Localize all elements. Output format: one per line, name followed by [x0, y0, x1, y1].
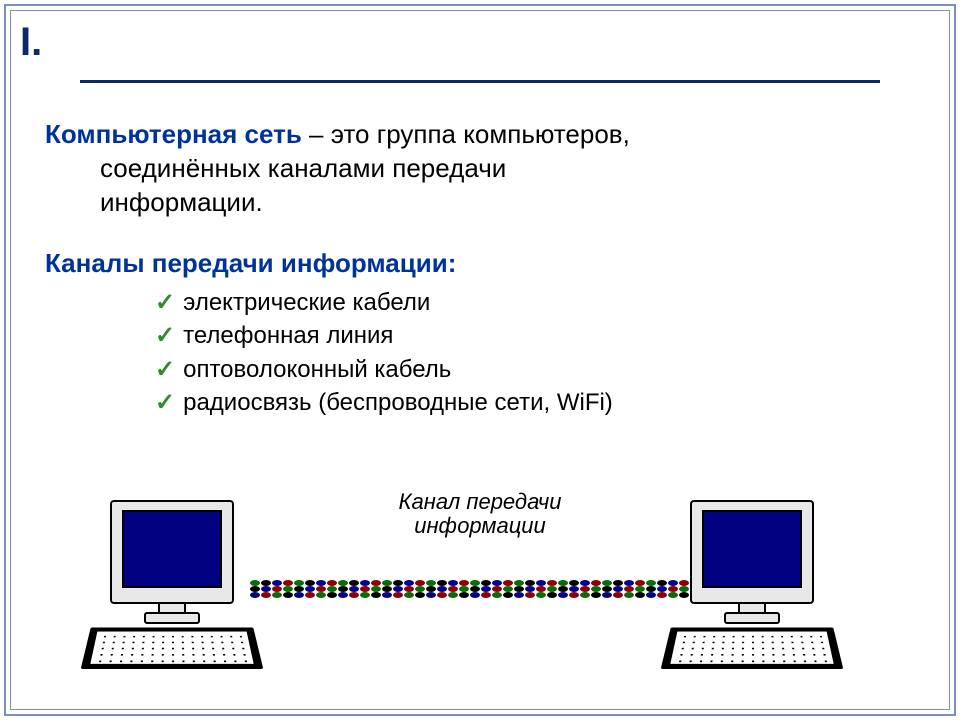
channel-label: телефонная линия	[183, 322, 393, 349]
check-icon: ✓	[155, 356, 175, 383]
check-icon: ✓	[155, 289, 175, 316]
monitor-base	[144, 612, 200, 624]
channels-heading: Каналы передачи информации:	[45, 247, 915, 281]
list-item: ✓ радиосвязь (беспроводные сети, WiFi)	[155, 387, 915, 418]
monitor-screen	[702, 510, 802, 588]
content-block: Компьютерная сеть – это группа компьютер…	[45, 118, 915, 420]
list-item: ✓ электрические кабели	[155, 287, 915, 318]
definition-dash: –	[302, 119, 331, 149]
check-icon: ✓	[155, 389, 175, 416]
monitor-frame	[110, 500, 234, 604]
caption-line2: информации	[414, 513, 546, 538]
title-underline	[80, 80, 880, 83]
list-item: ✓ телефонная линия	[155, 320, 915, 351]
section-number: I.	[20, 20, 42, 65]
channel-label: электрические кабели	[183, 289, 430, 316]
cable-dots	[250, 580, 710, 604]
definition-paragraph: Компьютерная сеть – это группа компьютер…	[45, 118, 915, 219]
monitor-screen	[122, 510, 222, 588]
computer-icon	[80, 500, 260, 680]
channels-list: ✓электрические кабели ✓телефонная линия …	[155, 287, 915, 418]
check-icon: ✓	[155, 322, 175, 349]
slide: I. Компьютерная сеть – это группа компью…	[0, 0, 960, 720]
keyboard-icon	[81, 627, 264, 669]
definition-text-l1: это группа компьютеров,	[331, 119, 630, 149]
monitor-frame	[690, 500, 814, 604]
keyboard-icon	[661, 627, 844, 669]
computer-icon	[660, 500, 840, 680]
channel-label: оптоволоконный кабель	[183, 356, 451, 383]
caption-line1: Канал передачи	[399, 489, 562, 514]
diagram: Канал передачи информации	[120, 490, 840, 690]
list-item: ✓ оптоволоконный кабель	[155, 354, 915, 385]
definition-text-l2: соединённых каналами передачи	[100, 152, 915, 186]
monitor-base	[724, 612, 780, 624]
definition-term: Компьютерная сеть	[45, 119, 302, 149]
diagram-caption: Канал передачи информации	[310, 490, 650, 538]
definition-text-l3: информации.	[100, 186, 915, 220]
channel-label: радиосвязь (беспроводные сети, WiFi)	[183, 389, 613, 416]
